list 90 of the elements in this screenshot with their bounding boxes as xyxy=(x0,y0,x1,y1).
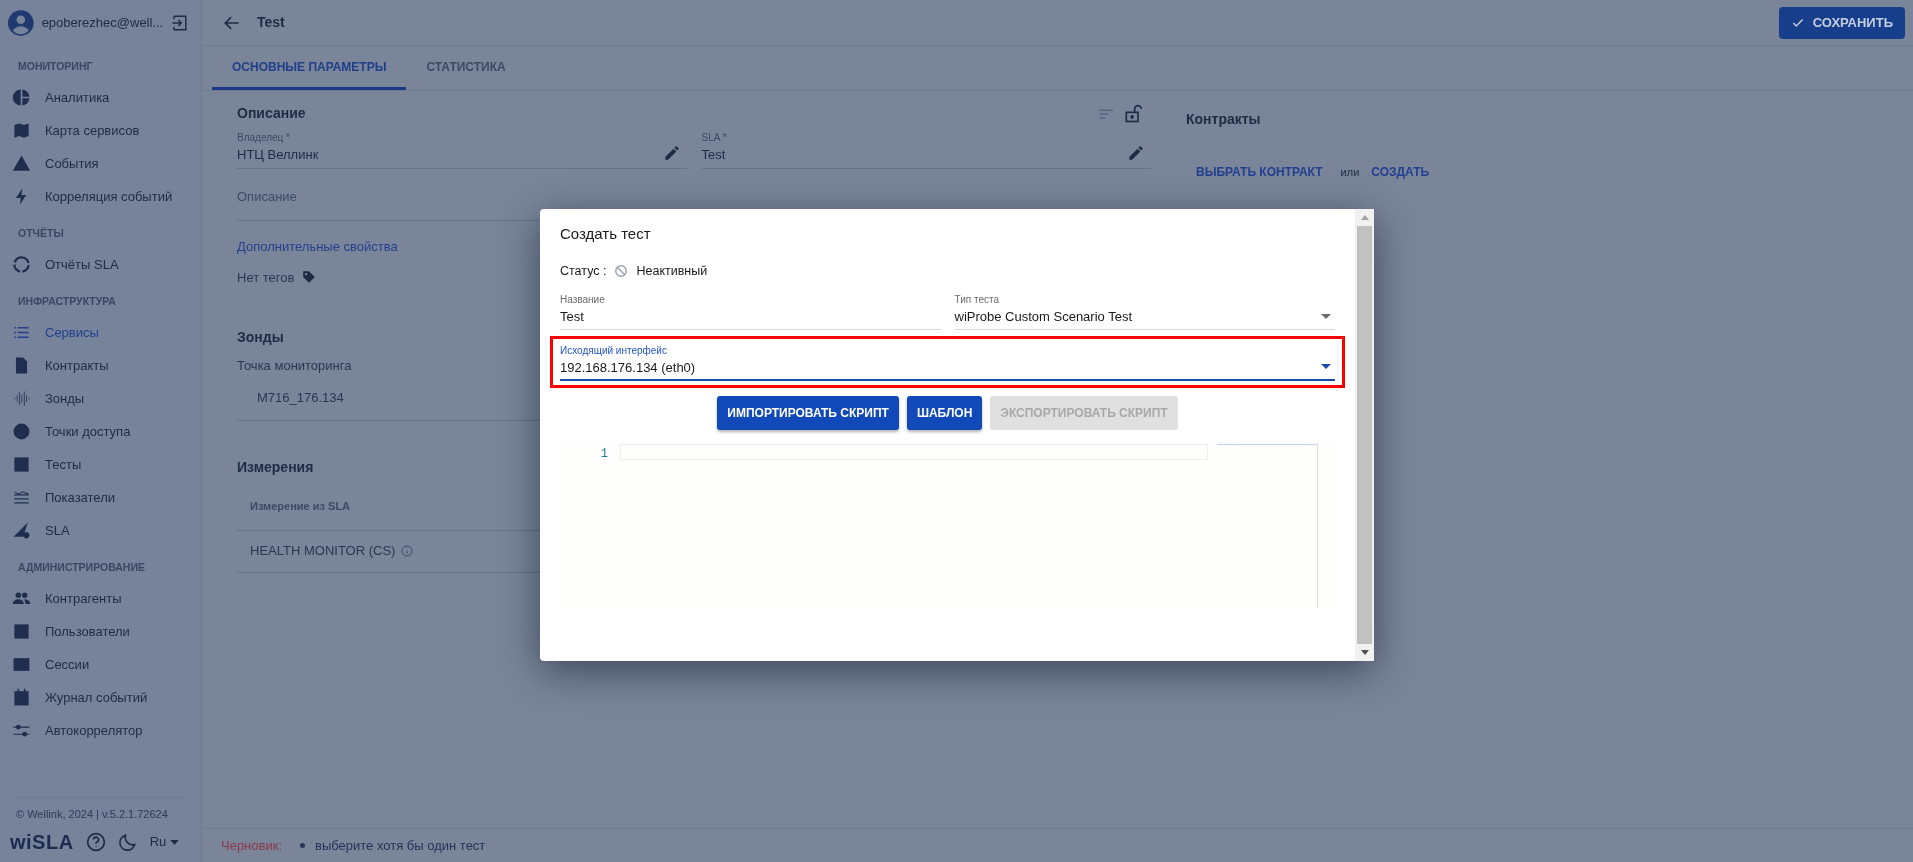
dialog-button[interactable]: ИМПОРТИРОВАТЬ СКРИПТ xyxy=(717,396,899,431)
caret-icon xyxy=(170,839,180,845)
pencil-icon[interactable] xyxy=(1127,143,1145,162)
scrollbar[interactable] xyxy=(1355,209,1374,661)
probe-value: M716_176.134 xyxy=(257,388,344,407)
select-contract-link[interactable]: ВЫБРАТЬ КОНТРАКТ xyxy=(1196,163,1323,181)
copyright: © Wellink, 2024 | v.5.2.1.72624 xyxy=(16,796,185,822)
additional-properties-link[interactable]: Дополнительные свойства xyxy=(237,236,398,256)
nav-item[interactable]: Корреляция событий xyxy=(0,180,201,213)
user-name: epoberezhec@well... xyxy=(41,14,164,33)
logo: wiSLA xyxy=(10,830,74,855)
page-title: Test xyxy=(257,13,286,32)
line-number: 1 xyxy=(599,446,608,463)
logout-icon[interactable] xyxy=(171,14,189,32)
language-select[interactable]: Ru xyxy=(149,832,180,852)
tag-icon[interactable] xyxy=(302,270,317,285)
scroll-down-icon[interactable] xyxy=(1360,650,1369,655)
map-icon xyxy=(12,121,31,140)
tab[interactable]: ОСНОВНЫЕ ПАРАМЕТРЫ xyxy=(212,46,407,90)
select-field[interactable]: Исходящий интерфейс 192.168.176.134 (eth0) xyxy=(560,342,1335,382)
warning-icon xyxy=(12,154,31,173)
status-value: Неактивный xyxy=(636,262,708,280)
probe-label: Точка мониторинга xyxy=(237,357,352,375)
scroll-up-icon[interactable] xyxy=(1360,215,1369,220)
field-label: Исходящий интерфейс xyxy=(560,343,668,358)
pencil-icon[interactable] xyxy=(662,143,681,162)
dialog-button[interactable]: ШАБЛОН xyxy=(906,396,983,431)
draft-label: Черновик: xyxy=(221,836,282,855)
field-value: Test xyxy=(701,146,727,164)
field[interactable]: SLA * Test xyxy=(701,130,1151,169)
info-icon[interactable] xyxy=(401,545,414,557)
gear-triangle-icon xyxy=(12,521,31,540)
ring-icon xyxy=(12,255,31,274)
column-header: Измерение из SLA xyxy=(250,498,351,514)
nav-item[interactable]: Пользователи xyxy=(0,615,201,648)
field[interactable]: Владелец * НТЦ Веллинк xyxy=(237,130,687,169)
crossed-out-circle-icon xyxy=(614,263,629,278)
nav-item[interactable]: Тесты xyxy=(0,448,201,481)
help-icon[interactable] xyxy=(85,832,106,852)
nav-item[interactable]: События xyxy=(0,147,201,180)
nav-item[interactable]: Журнал событий xyxy=(0,681,201,714)
nav-item[interactable]: Сессии xyxy=(0,648,201,681)
field-value: Test xyxy=(560,308,585,327)
section-title: Зонды xyxy=(237,328,285,347)
section-title: Измерения xyxy=(237,457,315,477)
field-label: SLA * xyxy=(701,131,728,145)
nav-item[interactable]: Контрагенты xyxy=(0,582,201,615)
dialog-title: Создать тест xyxy=(560,224,652,244)
circle-icon xyxy=(12,422,31,441)
section-heading: АДМИНИСТРИРОВАНИЕ xyxy=(17,560,146,576)
nav-item[interactable]: Зонды xyxy=(0,382,201,415)
field-label: Тип теста xyxy=(954,293,1000,308)
dropdown-caret-icon xyxy=(1321,313,1331,319)
status-message: выберите хотя бы один тест xyxy=(315,836,486,855)
unlocked-padlock-icon[interactable] xyxy=(1123,103,1143,124)
field-label: Владелец * xyxy=(237,131,291,145)
pie-chart-icon xyxy=(12,88,31,107)
section-heading: ОТЧЁТЫ xyxy=(17,226,65,242)
tab[interactable]: СТАТИСТИКА xyxy=(406,46,526,90)
tags-label: Нет тегов xyxy=(237,268,295,287)
table-cell-text: HEALTH MONITOR (CS) xyxy=(250,542,396,561)
nav-item[interactable]: Автокоррелятор xyxy=(0,714,201,747)
nav-item[interactable]: Аналитика xyxy=(0,81,201,114)
nav-item[interactable]: Сервисы xyxy=(0,316,201,349)
field-value: wiProbe Custom Scenario Test xyxy=(954,308,1133,327)
create-link[interactable]: СОЗДАТЬ xyxy=(1371,163,1430,181)
text-field[interactable]: Название Test xyxy=(560,292,941,330)
moon-icon[interactable] xyxy=(117,832,138,852)
nav-item[interactable]: Карта сервисов xyxy=(0,114,201,147)
calendar-icon xyxy=(12,688,31,707)
or-text: или xyxy=(1340,164,1360,180)
scrollbar-thumb[interactable] xyxy=(1357,226,1372,644)
section-title: Описание xyxy=(237,104,306,123)
dropdown-caret-icon xyxy=(1321,364,1331,370)
select-field[interactable]: Тип теста wiProbe Custom Scenario Test xyxy=(954,292,1335,330)
status-label: Статус : xyxy=(560,262,607,280)
nav-item[interactable]: Отчёты SLA xyxy=(0,248,201,281)
save-button[interactable]: СОХРАНИТЬ xyxy=(1778,6,1905,39)
field-value: НТЦ Веллинк xyxy=(237,146,320,164)
section-heading: ИНФРАСТРУКТУРА xyxy=(17,294,117,310)
section-heading: МОНИТОРИНГ xyxy=(17,59,94,75)
bullet-icon xyxy=(300,843,305,848)
avatar-icon[interactable] xyxy=(8,10,34,36)
section-title: Контракты xyxy=(1186,110,1262,129)
nav-item[interactable]: Контракты xyxy=(0,349,201,382)
field-label: Название xyxy=(560,293,606,308)
nav-item[interactable]: Точки доступа xyxy=(0,415,201,448)
field-value: 192.168.176.134 (eth0) xyxy=(560,358,697,377)
nav-item[interactable]: Показатели xyxy=(0,481,201,514)
nav-item[interactable]: SLA xyxy=(0,514,201,547)
